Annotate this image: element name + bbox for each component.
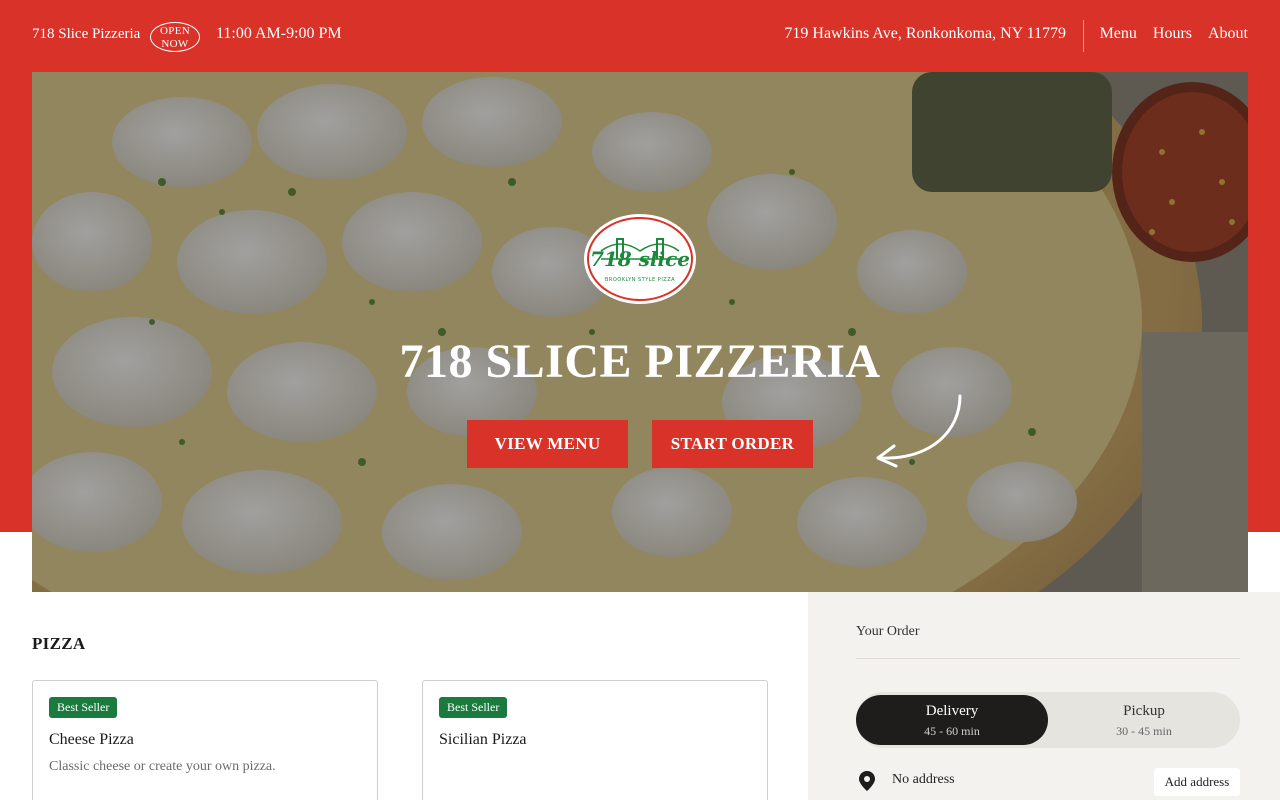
pizza-section-title: PIZZA — [32, 634, 86, 653]
delivery-address-row: No address Add address — [856, 768, 1240, 798]
map-pin-icon — [859, 771, 875, 791]
hero-overlay — [32, 72, 1248, 592]
order-divider — [856, 658, 1240, 659]
curved-arrow-icon — [876, 394, 962, 468]
fulfillment-toggle: Delivery 45 - 60 min Pickup 30 - 45 min — [856, 692, 1240, 748]
top-navigation-bar: 718 Slice Pizzeria OPEN NOW 11:00 AM-9:0… — [0, 0, 1280, 72]
best-seller-badge: Best Seller — [49, 697, 118, 718]
view-menu-button[interactable]: VIEW MENU — [467, 420, 628, 468]
store-address[interactable]: 719 Hawkins Ave, Ronkonkoma, NY 11779 — [784, 25, 1066, 43]
nav-hours-link[interactable]: Hours — [1153, 25, 1192, 43]
business-hours: 11:00 AM-9:00 PM — [216, 25, 342, 42]
menu-item-description: Classic cheese or create your own pizza. — [49, 759, 276, 774]
nav-divider — [1083, 20, 1084, 52]
pizzeria-logo: 718 slice BROOKLYN STYLE PIZZA — [587, 217, 693, 301]
menu-item-card[interactable]: Best Seller Sicilian Pizza — [422, 680, 768, 800]
delivery-time: 45 - 60 min — [924, 724, 980, 738]
pickup-label: Pickup — [1123, 703, 1165, 719]
delivery-option[interactable]: Delivery 45 - 60 min — [856, 695, 1048, 745]
open-now-badge: OPEN NOW — [150, 22, 200, 52]
delivery-label: Delivery — [925, 703, 979, 719]
main-nav: Menu Hours About — [1100, 25, 1248, 43]
address-text: No address — [892, 772, 955, 787]
menu-item-name: Cheese Pizza — [49, 731, 134, 748]
nav-menu-link[interactable]: Menu — [1100, 25, 1137, 43]
order-panel: Your Order Delivery 45 - 60 min Pickup 3… — [808, 592, 1280, 800]
pickup-option[interactable]: Pickup 30 - 45 min — [1048, 695, 1240, 745]
best-seller-badge: Best Seller — [439, 697, 508, 718]
order-title: Your Order — [856, 624, 920, 639]
hero-title: 718 SLICE PIZZERIA — [399, 335, 881, 388]
menu-item-card[interactable]: Best Seller Cheese Pizza Classic cheese … — [32, 680, 378, 800]
hero-banner: 718 slice BROOKLYN STYLE PIZZA 718 SLICE… — [32, 72, 1248, 592]
brand-name[interactable]: 718 Slice Pizzeria — [32, 26, 140, 43]
nav-about-link[interactable]: About — [1208, 25, 1248, 43]
logo-subtitle: BROOKLYN STYLE PIZZA — [604, 277, 676, 283]
add-address-button[interactable]: Add address — [1154, 768, 1240, 796]
start-order-button[interactable]: START ORDER — [652, 420, 813, 468]
menu-item-name: Sicilian Pizza — [439, 731, 527, 748]
pickup-time: 30 - 45 min — [1116, 724, 1172, 738]
logo-text: 718 slice — [589, 247, 691, 271]
